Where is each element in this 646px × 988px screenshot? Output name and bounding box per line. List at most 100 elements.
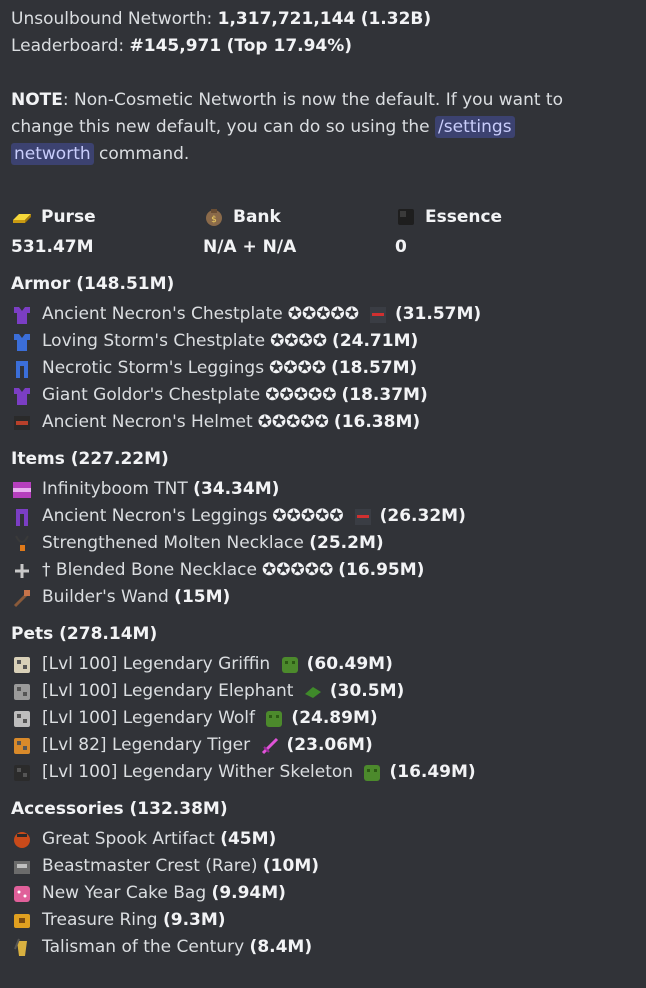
- list-item: Infinityboom TNT (34.34M): [11, 476, 646, 503]
- item-value: (34.34M): [193, 479, 280, 499]
- stars-label: ✪✪✪✪✪: [257, 412, 329, 432]
- note-text-1: : Non-Cosmetic Networth is now the defau…: [62, 90, 563, 110]
- item-name: Beastmaster Crest (Rare): [42, 856, 258, 876]
- item-name: [Lvl 100] Legendary Wither Skeleton: [42, 762, 354, 782]
- items-section: Items (227.22M) Infinityboom TNT (34.34M)…: [11, 446, 646, 611]
- elephant-icon: [11, 681, 33, 703]
- networth-label: Unsoulbound Networth:: [11, 9, 213, 29]
- item-value: (24.71M): [332, 331, 419, 351]
- note-text-2: change this new default, you can do so u…: [11, 117, 430, 137]
- item-name: Talisman of the Century: [42, 937, 245, 957]
- bank-value: N/A + N/A: [203, 237, 297, 257]
- ring-icon: [11, 910, 33, 932]
- note-text-3: command.: [99, 144, 190, 164]
- pets-section-title: Pets (278.14M): [11, 624, 158, 644]
- networth-line: Unsoulbound Networth: 1,317,721,144 (1.3…: [11, 6, 646, 33]
- griffin-icon: [11, 654, 33, 676]
- item-value: (9.3M): [163, 910, 226, 930]
- gold-ingot-icon: [11, 206, 33, 228]
- essence-value: 0: [395, 237, 407, 257]
- list-item: [Lvl 82] Legendary Tiger (23.06M): [11, 732, 646, 759]
- essence-field: Essence 0: [395, 202, 587, 262]
- stars-label: ✪✪✪✪✪: [261, 560, 334, 580]
- item-value: (26.32M): [379, 506, 466, 526]
- list-item: Great Spook Artifact (45M): [11, 826, 646, 853]
- embed-body: Unsoulbound Networth: 1,317,721,144 (1.3…: [0, 0, 646, 961]
- stars-label: ✪✪✪✪: [269, 358, 327, 378]
- item-name: † Blended Bone Necklace: [42, 560, 257, 580]
- stars-label: ✪✪✪✪✪: [272, 506, 344, 526]
- item-value: (18.37M): [341, 385, 428, 405]
- purse-label: Purse: [41, 207, 96, 227]
- crest-icon: [11, 856, 33, 878]
- list-item: Giant Goldor's Chestplate ✪✪✪✪✪ (18.37M): [11, 382, 646, 409]
- wither-skeleton-icon: [11, 762, 33, 784]
- tnt-icon: [11, 479, 33, 501]
- item-value: (45M): [220, 829, 277, 849]
- item-name: Strengthened Molten Necklace: [42, 533, 304, 553]
- list-item: Ancient Necron's Helmet ✪✪✪✪✪ (16.38M): [11, 409, 646, 436]
- list-item: Strengthened Molten Necklace (25.2M): [11, 530, 646, 557]
- list-item: Treasure Ring (9.3M): [11, 907, 646, 934]
- chestplate-icon: [11, 304, 33, 326]
- item-name: Ancient Necron's Leggings: [42, 506, 268, 526]
- bone-necklace-icon: [11, 560, 33, 582]
- essence-icon: [395, 206, 417, 228]
- item-value: (23.06M): [286, 735, 373, 755]
- essence-label: Essence: [425, 207, 503, 227]
- list-item: New Year Cake Bag (9.94M): [11, 880, 646, 907]
- item-name: Ancient Necron's Helmet: [42, 412, 253, 432]
- stars-label: ✪✪✪✪: [270, 331, 328, 351]
- accessories-section-title: Accessories (132.38M): [11, 799, 228, 819]
- list-item: Beastmaster Crest (Rare) (10M): [11, 853, 646, 880]
- list-item: † Blended Bone Necklace ✪✪✪✪✪ (16.95M): [11, 557, 646, 584]
- item-name: Giant Goldor's Chestplate: [42, 385, 261, 405]
- purse-field: Purse 531.47M: [11, 202, 203, 262]
- item-name: [Lvl 100] Legendary Elephant: [42, 681, 294, 701]
- item-value: (30.5M): [329, 681, 405, 701]
- item-value: (24.89M): [291, 708, 378, 728]
- tiger-icon: [11, 735, 33, 757]
- list-item: Ancient Necron's Chestplate ✪✪✪✪✪ (31.57M): [11, 301, 646, 328]
- list-item: Builder's Wand (15M): [11, 584, 646, 611]
- item-value: (16.95M): [338, 560, 425, 580]
- list-item: Ancient Necron's Leggings ✪✪✪✪✪ (26.32M): [11, 503, 646, 530]
- list-item: [Lvl 100] Legendary Wither Skeleton (16.…: [11, 759, 646, 786]
- item-name: [Lvl 100] Legendary Griffin: [42, 654, 271, 674]
- settings-command-cont[interactable]: networth: [11, 143, 94, 165]
- item-value: (25.2M): [309, 533, 384, 553]
- wolf-icon: [11, 708, 33, 730]
- networth-value: 1,317,721,144: [217, 9, 356, 29]
- item-name: Necrotic Storm's Leggings: [42, 358, 265, 378]
- bank-field: $ Bank N/A + N/A: [203, 202, 395, 262]
- leaderboard-top: (Top 17.94%): [226, 36, 353, 56]
- item-name: Builder's Wand: [42, 587, 169, 607]
- necron-head-icon: [368, 305, 388, 325]
- purse-value: 531.47M: [11, 237, 94, 257]
- armor-section: Armor (148.51M) Ancient Necron's Chestpla…: [11, 271, 646, 436]
- slime-cube-icon: [264, 709, 284, 729]
- item-name: New Year Cake Bag: [42, 883, 207, 903]
- stars-label: ✪✪✪✪✪: [265, 385, 337, 405]
- item-name: Treasure Ring: [42, 910, 158, 930]
- item-name: Loving Storm's Chestplate: [42, 331, 266, 351]
- item-name: Great Spook Artifact: [42, 829, 215, 849]
- list-item: Talisman of the Century (8.4M): [11, 934, 646, 961]
- list-item: [Lvl 100] Legendary Wolf (24.89M): [11, 705, 646, 732]
- item-name: [Lvl 100] Legendary Wolf: [42, 708, 256, 728]
- note-line-2: change this new default, you can do so u…: [11, 114, 646, 141]
- note-line-3: networth command.: [11, 141, 646, 168]
- item-value: (16.49M): [389, 762, 476, 782]
- summary-fields: Purse 531.47M $ Bank N/A + N/A Essence 0: [11, 202, 646, 262]
- armor-section-title: Armor (148.51M): [11, 274, 175, 294]
- bank-label: Bank: [233, 207, 281, 227]
- item-value: (16.38M): [333, 412, 421, 432]
- svg-text:$: $: [211, 215, 217, 225]
- settings-command[interactable]: /settings: [435, 116, 515, 138]
- item-name: Infinityboom TNT: [42, 479, 188, 499]
- leggings-icon: [11, 358, 33, 380]
- networth-short: (1.32B): [360, 9, 432, 29]
- leggings-icon: [11, 506, 33, 528]
- chestplate-icon: [11, 385, 33, 407]
- accessories-section: Accessories (132.38M) Great Spook Artifac…: [11, 796, 646, 961]
